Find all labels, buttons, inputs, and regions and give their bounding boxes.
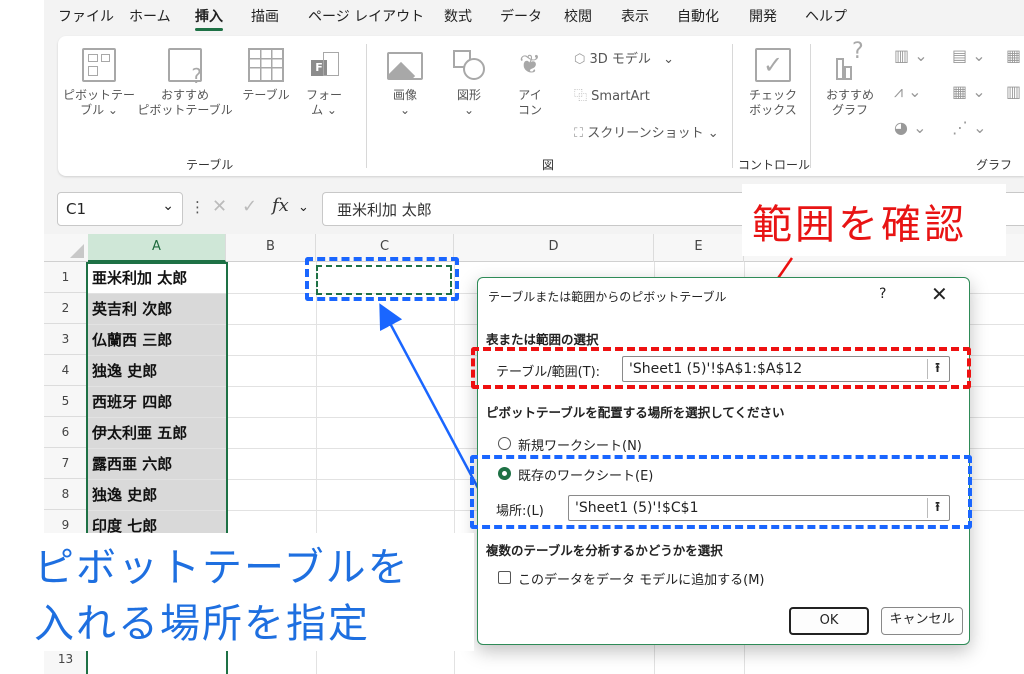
annotation-note-line-2: 入れる場所を指定 <box>34 601 370 647</box>
add-to-model-checkbox[interactable] <box>498 571 511 584</box>
annotation-check-range: 範囲を確認 <box>742 184 1006 256</box>
dialog-title: テーブルまたは範囲からのピボットテーブル <box>488 290 727 304</box>
section-multi: 複数のテーブルを分析するかどうかを選択 <box>486 543 723 558</box>
annotation-check-range-text: 範囲を確認 <box>752 202 967 248</box>
add-to-model-label[interactable]: このデータをデータ モデルに追加する(M) <box>518 569 765 588</box>
blue-arrow <box>379 303 480 489</box>
ok-button[interactable]: OK <box>789 607 869 635</box>
close-icon[interactable]: ✕ <box>931 282 948 306</box>
annotation-location-highlight <box>470 455 972 529</box>
annotation-note: ピボットテーブルを 入れる場所を指定 <box>28 533 474 651</box>
annotation-range-highlight <box>471 347 971 389</box>
section-location: ピボットテーブルを配置する場所を選択してください <box>486 405 785 420</box>
new-sheet-label[interactable]: 新規ワークシート(N) <box>518 435 642 454</box>
cancel-button[interactable]: キャンセル <box>881 607 963 635</box>
help-icon[interactable]: ? <box>879 286 886 302</box>
section-source: 表または範囲の選択 <box>486 332 599 347</box>
new-sheet-radio[interactable] <box>498 437 511 450</box>
annotation-note-line-1: ピボットテーブルを <box>34 545 410 591</box>
